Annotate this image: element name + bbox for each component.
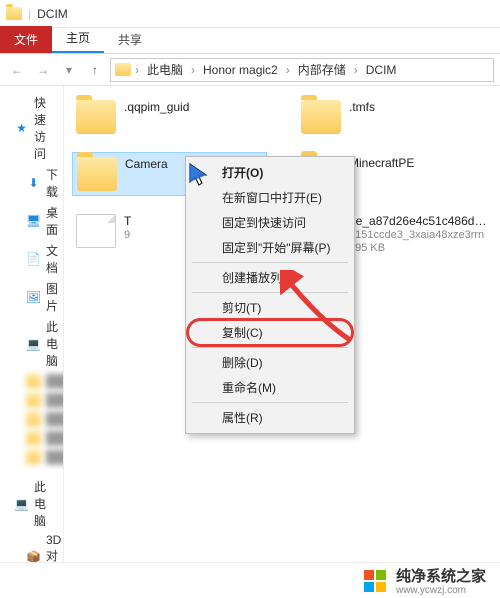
tree-blurred[interactable]: ████ <box>2 390 61 409</box>
menu-delete[interactable]: 删除(D) <box>188 350 352 375</box>
tree-label: 桌面 <box>46 204 58 238</box>
folder-icon <box>115 63 131 76</box>
document-icon: 📄 <box>26 252 41 267</box>
desktop-icon: 🖥 <box>26 214 41 229</box>
file-icon <box>76 214 116 248</box>
menu-open-new-window[interactable]: 在新窗口中打开(E) <box>188 185 352 210</box>
item-name: .tmfs <box>349 100 375 114</box>
tree-blurred[interactable]: ████ <box>2 409 61 428</box>
tree-label: 下载 <box>46 166 58 200</box>
folder-icon <box>26 430 41 445</box>
folder-icon <box>26 411 41 426</box>
menu-rename[interactable]: 重命名(M) <box>188 375 352 400</box>
tree-3d-objects[interactable]: 📦 3D 对象 <box>2 531 61 562</box>
tree-quick-access[interactable]: ★ 快速访问 <box>2 92 61 164</box>
folder-icon <box>76 100 116 134</box>
ribbon-tabs: 文件 主页 共享 <box>0 28 500 54</box>
chevron-right-icon: › <box>286 63 290 77</box>
tree-label: 此电脑 <box>34 478 57 529</box>
folder-icon <box>6 7 22 20</box>
item-meta: 9 <box>124 229 131 241</box>
folder-item[interactable]: .qqpim_guid <box>72 96 267 138</box>
tree-label: 快速访问 <box>34 94 57 162</box>
folder-item[interactable]: .tmfs <box>297 96 492 138</box>
tab-share[interactable]: 共享 <box>104 26 156 53</box>
breadcrumb-storage[interactable]: 内部存储 <box>294 61 350 78</box>
windows-logo-icon <box>364 570 386 592</box>
tab-home[interactable]: 主页 <box>52 24 104 53</box>
item-name: .qqpim_guid <box>124 100 189 114</box>
menu-pin-start[interactable]: 固定到"开始"屏幕(P) <box>188 235 352 260</box>
folder-icon <box>26 392 41 407</box>
tree-label: 此电脑 <box>46 318 58 369</box>
menu-separator <box>192 402 348 403</box>
item-name: Camera <box>125 157 168 171</box>
pc-icon: 💻 <box>26 336 41 351</box>
chevron-right-icon: › <box>191 63 195 77</box>
tree-downloads[interactable]: ⬇下载📌 <box>2 164 61 202</box>
forward-button[interactable]: → <box>32 59 54 81</box>
tree-documents[interactable]: 📄文档📌 <box>2 240 61 278</box>
tree-label: 文档 <box>46 242 58 276</box>
folder-icon <box>77 157 117 191</box>
window-title: DCIM <box>37 7 68 21</box>
chevron-right-icon: › <box>354 63 358 77</box>
cube-icon: 📦 <box>26 550 41 563</box>
folder-icon <box>301 100 341 134</box>
picture-icon: 🖼 <box>26 290 41 305</box>
separator: | <box>28 7 31 21</box>
back-button[interactable]: ← <box>6 59 28 81</box>
breadcrumb-device[interactable]: Honor magic2 <box>199 63 282 77</box>
tree-desktop[interactable]: 🖥桌面📌 <box>2 202 61 240</box>
breadcrumb-thispc[interactable]: 此电脑 <box>143 61 187 78</box>
tree-label: ████ <box>46 393 64 407</box>
menu-pin-quick-access[interactable]: 固定到快速访问 <box>188 210 352 235</box>
tree-pictures[interactable]: 🖼图片📌 <box>2 278 61 316</box>
address-bar[interactable]: › 此电脑 › Honor magic2 › 内部存储 › DCIM <box>110 58 494 82</box>
history-dropdown[interactable]: ▾ <box>58 59 80 81</box>
menu-separator <box>192 262 348 263</box>
chevron-right-icon: › <box>135 63 139 77</box>
watermark-url: www.ycwzj.com <box>396 586 486 596</box>
tree-blurred[interactable]: ████ <box>2 447 61 466</box>
tree-label: ████ <box>46 374 64 388</box>
tree-label: 3D 对象 <box>46 533 61 562</box>
download-icon: ⬇ <box>26 176 41 191</box>
star-icon: ★ <box>14 121 29 136</box>
breadcrumb-folder[interactable]: DCIM <box>362 63 401 77</box>
pc-icon: 💻 <box>14 496 29 511</box>
navigation-tree: ★快速访问 ⬇下载📌 🖥桌面📌 📄文档📌 🖼图片📌 💻此电脑 ████ ████… <box>0 86 64 562</box>
annotation-arrow-icon <box>280 270 360 350</box>
watermark-name: 纯净系统之家 <box>396 568 486 585</box>
menu-properties[interactable]: 属性(R) <box>188 405 352 430</box>
tab-file[interactable]: 文件 <box>0 26 52 53</box>
item-meta: 895 KB <box>349 242 488 254</box>
tree-label: ████ <box>46 450 64 464</box>
watermark: 纯净系统之家 www.ycwzj.com <box>0 562 500 598</box>
item-meta: 2151ccde3_3xaia48xze3rrn <box>349 229 488 241</box>
item-name: MinecraftPE <box>349 156 414 170</box>
tree-label: ████ <box>46 431 64 445</box>
tree-thispc[interactable]: 💻 此电脑 <box>2 316 61 371</box>
tree-label: ████ <box>46 412 64 426</box>
item-name: de_a87d26e4c51c486db08 <box>349 214 488 228</box>
up-button[interactable]: ↑ <box>84 59 106 81</box>
tree-blurred[interactable]: ████ <box>2 371 61 390</box>
tree-label: 图片 <box>46 280 58 314</box>
folder-icon <box>26 373 41 388</box>
folder-icon <box>26 449 41 464</box>
menu-open[interactable]: 打开(O) <box>188 160 352 185</box>
tree-blurred[interactable]: ████ <box>2 428 61 447</box>
item-name: T <box>124 214 131 228</box>
cursor-icon <box>188 162 210 188</box>
navigation-bar: ← → ▾ ↑ › 此电脑 › Honor magic2 › 内部存储 › DC… <box>0 54 500 86</box>
tree-thispc-root[interactable]: 💻 此电脑 <box>2 476 61 531</box>
